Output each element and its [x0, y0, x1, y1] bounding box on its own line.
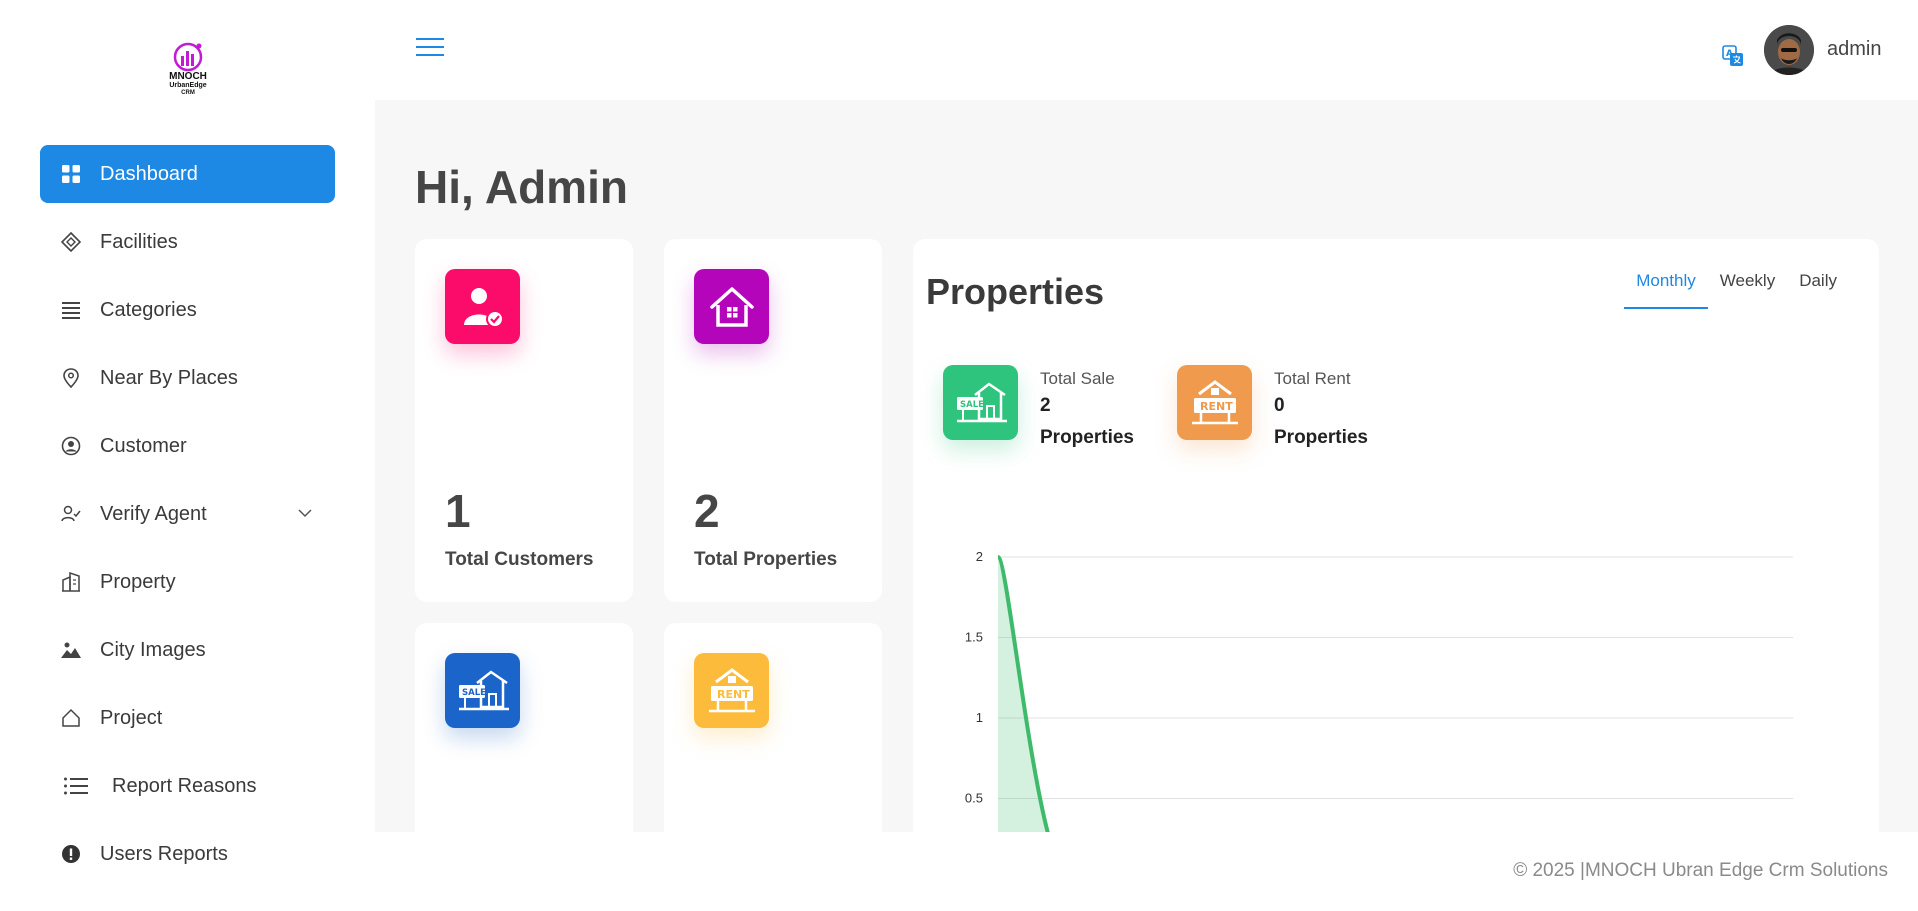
house-icon	[694, 269, 769, 344]
sidebar-item-property[interactable]: Property	[40, 553, 335, 611]
sidebar-item-near-by-places[interactable]: Near By Places	[40, 349, 335, 407]
sale-sign-icon: SALE	[445, 653, 520, 728]
hamburger-icon	[416, 38, 444, 40]
avatar-image	[1764, 25, 1814, 75]
stat-unit: Properties	[1274, 427, 1368, 448]
main-content: Hi, Admin 1 Total Customers 2 Total Prop…	[375, 100, 1918, 832]
svg-text:SALE: SALE	[960, 400, 984, 410]
sidebar-item-label: Report Reasons	[112, 774, 257, 797]
y-tick-label: 2	[976, 549, 983, 564]
sale-sign-icon: SALE	[943, 365, 1018, 440]
avatar[interactable]	[1764, 25, 1814, 75]
list-icon	[62, 775, 90, 797]
logo-mark-icon	[173, 42, 203, 72]
translate-icon[interactable]: A	[1722, 45, 1744, 67]
sidebar-item-city-images[interactable]: City Images	[40, 621, 335, 679]
total-sale-stat: SALE Total Sale 2 Properties	[943, 365, 1134, 453]
total-rent-stat: RENT Total Rent 0 Properties	[1177, 365, 1368, 453]
sidebar-item-label: Facilities	[100, 230, 178, 253]
sidebar-item-label: Dashboard	[100, 162, 198, 185]
svg-text:SALE: SALE	[462, 688, 486, 698]
image-icon	[60, 639, 82, 661]
sidebar-item-customer[interactable]: Customer	[40, 417, 335, 475]
svg-text:RENT: RENT	[717, 688, 750, 701]
rent-sign-icon: RENT	[694, 653, 769, 728]
rent-sign-icon: RENT	[1177, 365, 1252, 440]
stat-title: Total Rent	[1274, 369, 1351, 388]
sidebar-item-users-reports[interactable]: Users Reports	[40, 825, 335, 883]
sidebar-item-label: Customer	[100, 434, 187, 457]
series-area	[998, 557, 1048, 832]
tab-daily[interactable]: Daily	[1787, 271, 1849, 309]
customer-verified-icon	[445, 269, 520, 344]
page-title: Hi, Admin	[415, 161, 628, 213]
username[interactable]: admin	[1827, 38, 1881, 61]
stat-value: 0	[1274, 395, 1285, 416]
sidebar-item-label: Near By Places	[100, 366, 238, 389]
total-customers-card[interactable]: 1 Total Customers	[415, 239, 633, 602]
properties-panel: Properties Monthly Weekly Daily SALE Tot…	[913, 239, 1879, 832]
sidebar-item-dashboard[interactable]: Dashboard	[40, 145, 335, 203]
card-count: 1	[445, 485, 471, 537]
y-tick-label: 1.5	[965, 630, 983, 645]
logo-text-line2: UrbanEdge	[169, 82, 207, 89]
alert-icon	[60, 843, 82, 865]
card-count: 2	[694, 485, 720, 537]
building-icon	[60, 571, 82, 593]
stat-title: Total Sale	[1040, 369, 1115, 388]
card-label: Total Properties	[694, 549, 838, 570]
sidebar-item-facilities[interactable]: Facilities	[40, 213, 335, 271]
chevron-down-icon[interactable]	[297, 505, 313, 521]
logo[interactable]: MNOCH UrbanEdge CRM	[160, 42, 216, 104]
stat-unit: Properties	[1040, 427, 1134, 448]
total-properties-card[interactable]: 2 Total Properties	[664, 239, 882, 602]
properties-chart: 2 1.5 1 0.5	[965, 549, 1793, 832]
user-circle-icon	[60, 435, 82, 457]
sidebar-item-report-reasons[interactable]: Report Reasons	[40, 757, 335, 815]
stat-value: 2	[1040, 395, 1051, 416]
footer-copyright: © 2025 |MNOCH Ubran Edge Crm Solutions	[1513, 860, 1888, 881]
sidebar-item-label: Project	[100, 706, 163, 729]
rent-card[interactable]: RENT	[664, 623, 882, 832]
logo-text-line3: CRM	[181, 90, 195, 96]
sidebar-item-project[interactable]: Project	[40, 689, 335, 747]
home-outline-icon	[60, 707, 82, 729]
sidebar-item-verify-agent[interactable]: Verify Agent	[40, 485, 335, 543]
diamond-icon	[60, 231, 82, 253]
sidebar-nav: Dashboard Facilities Categories Near By …	[40, 145, 335, 893]
y-tick-label: 0.5	[965, 791, 983, 806]
series-line	[996, 555, 1050, 832]
map-pin-icon	[60, 367, 82, 389]
sale-card[interactable]: SALE	[415, 623, 633, 832]
sidebar-item-label: Property	[100, 570, 176, 593]
lines-icon	[60, 299, 82, 321]
logo-text-line1: MNOCH	[169, 71, 207, 82]
y-tick-label: 1	[976, 710, 983, 725]
sidebar: MNOCH UrbanEdge CRM Dashboard Facilities…	[0, 0, 375, 911]
tab-weekly[interactable]: Weekly	[1708, 271, 1787, 309]
svg-text:RENT: RENT	[1200, 400, 1233, 413]
sidebar-item-label: Categories	[100, 298, 197, 321]
tab-monthly[interactable]: Monthly	[1624, 271, 1708, 309]
menu-toggle-button[interactable]	[416, 38, 444, 64]
sidebar-item-label: Users Reports	[100, 842, 228, 865]
card-label: Total Customers	[445, 549, 594, 570]
grid-icon	[60, 163, 82, 185]
sidebar-item-categories[interactable]: Categories	[40, 281, 335, 339]
sidebar-item-label: City Images	[100, 638, 206, 661]
user-check-icon	[60, 503, 82, 525]
period-tabs: Monthly Weekly Daily	[1624, 271, 1849, 309]
sidebar-item-label: Verify Agent	[100, 502, 207, 525]
properties-title: Properties	[926, 271, 1105, 312]
